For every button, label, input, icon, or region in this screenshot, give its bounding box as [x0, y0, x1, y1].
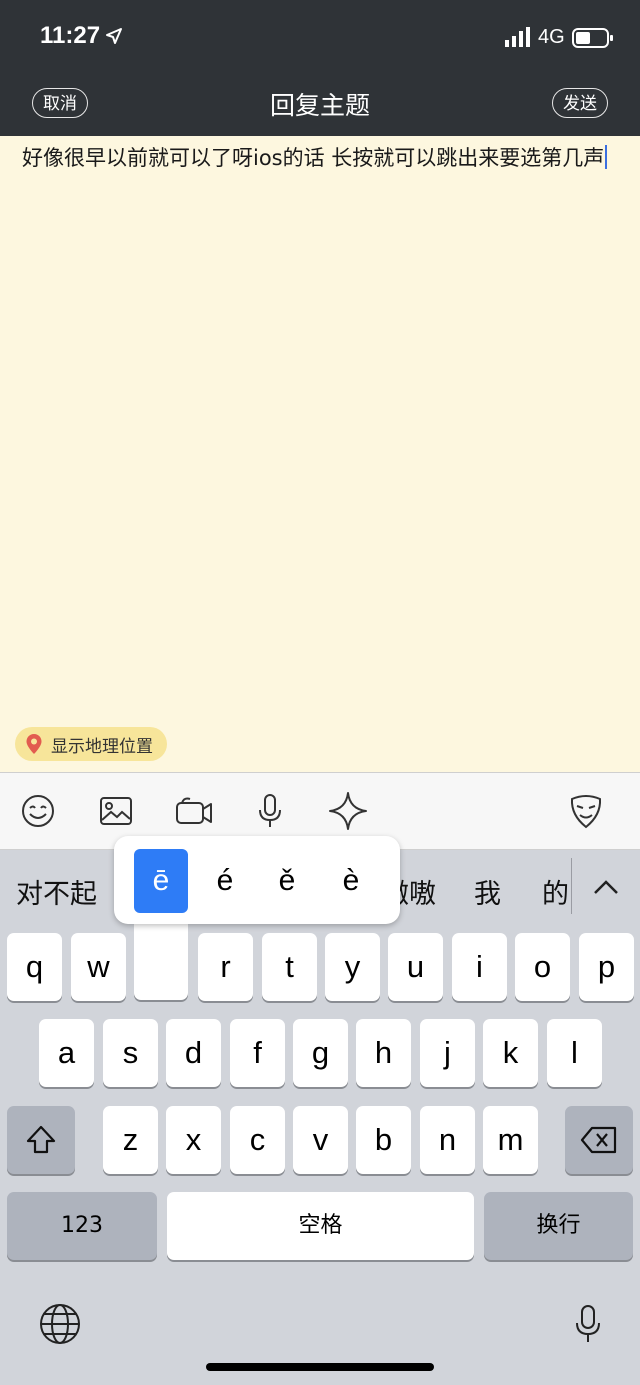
key-y[interactable]: y — [325, 933, 380, 1001]
key-r[interactable]: r — [198, 933, 253, 1001]
page-title: 回复主题 — [269, 91, 370, 120]
candidate-divider — [571, 858, 572, 914]
key-i[interactable]: i — [452, 933, 507, 1001]
key-k[interactable]: k — [483, 1019, 538, 1087]
key-x[interactable]: x — [166, 1106, 221, 1174]
reply-text: 好像很早以前就可以了呀ios的话 长按就可以跳出来要选第几声 — [22, 146, 605, 170]
return-key[interactable]: 换行 — [484, 1192, 633, 1260]
key-j[interactable]: j — [420, 1019, 475, 1087]
globe-icon[interactable] — [38, 1302, 82, 1346]
location-arrow-icon — [106, 28, 122, 44]
video-icon[interactable] — [174, 791, 214, 831]
signal-icon — [505, 27, 530, 47]
key-g[interactable]: g — [293, 1019, 348, 1087]
mask-icon[interactable] — [566, 791, 606, 831]
dictation-mic-icon[interactable] — [566, 1302, 610, 1346]
key-m[interactable]: m — [483, 1106, 538, 1174]
key-o[interactable]: o — [515, 933, 570, 1001]
key-d[interactable]: d — [166, 1019, 221, 1087]
key-a[interactable]: a — [39, 1019, 94, 1087]
network-type: 4G — [538, 26, 565, 48]
accent-option[interactable]: ě — [260, 849, 314, 913]
show-location-button[interactable]: 显示地理位置 — [15, 727, 167, 761]
key-q[interactable]: q — [7, 933, 62, 1001]
key-u[interactable]: u — [388, 933, 443, 1001]
home-indicator — [206, 1363, 434, 1371]
location-pin-icon — [26, 734, 42, 754]
key-c[interactable]: c — [230, 1106, 285, 1174]
send-button[interactable]: 发送 — [552, 88, 608, 118]
delete-key[interactable] — [565, 1106, 633, 1174]
reply-text-area[interactable]: 好像很早以前就可以了呀ios的话 长按就可以跳出来要选第几声 — [22, 144, 622, 172]
smiley-icon[interactable] — [18, 791, 58, 831]
location-label: 显示地理位置 — [51, 736, 153, 757]
key-t[interactable]: t — [262, 933, 317, 1001]
candidate-item[interactable]: 对不起 — [16, 872, 97, 911]
numbers-key[interactable]: 123 — [7, 1192, 157, 1260]
key-h[interactable]: h — [356, 1019, 411, 1087]
backspace-icon — [580, 1126, 617, 1154]
shift-icon — [26, 1125, 56, 1154]
accent-option[interactable]: ē — [134, 849, 188, 913]
key-p[interactable]: p — [579, 933, 634, 1001]
battery-icon — [572, 28, 613, 48]
key-v[interactable]: v — [293, 1106, 348, 1174]
key-z[interactable]: z — [103, 1106, 158, 1174]
chevron-up-icon[interactable] — [592, 878, 620, 896]
sparkle-icon[interactable] — [328, 791, 368, 831]
image-icon[interactable] — [96, 791, 136, 831]
status-time: 11:27 — [40, 22, 101, 49]
key-w[interactable]: w — [71, 933, 126, 1001]
key-l[interactable]: l — [547, 1019, 602, 1087]
candidate-item[interactable]: 的 — [542, 872, 569, 911]
key-b[interactable]: b — [356, 1106, 411, 1174]
text-caret — [605, 145, 608, 169]
key-f[interactable]: f — [230, 1019, 285, 1087]
reply-editor[interactable]: 好像很早以前就可以了呀ios的话 长按就可以跳出来要选第几声 显示地理位置 — [0, 136, 640, 772]
key-n[interactable]: n — [420, 1106, 475, 1174]
key-s[interactable]: s — [103, 1019, 158, 1087]
candidate-item[interactable]: 我 — [474, 872, 501, 911]
shift-key[interactable] — [7, 1106, 75, 1174]
accent-option[interactable]: è — [324, 849, 378, 913]
space-key[interactable]: 空格 — [167, 1192, 474, 1260]
header: 11:27 4G 取消 回复主题 发送 — [0, 0, 640, 136]
accent-popup: ē é ě è — [114, 836, 400, 924]
microphone-icon[interactable] — [250, 791, 290, 831]
accent-option[interactable]: é — [198, 849, 252, 913]
